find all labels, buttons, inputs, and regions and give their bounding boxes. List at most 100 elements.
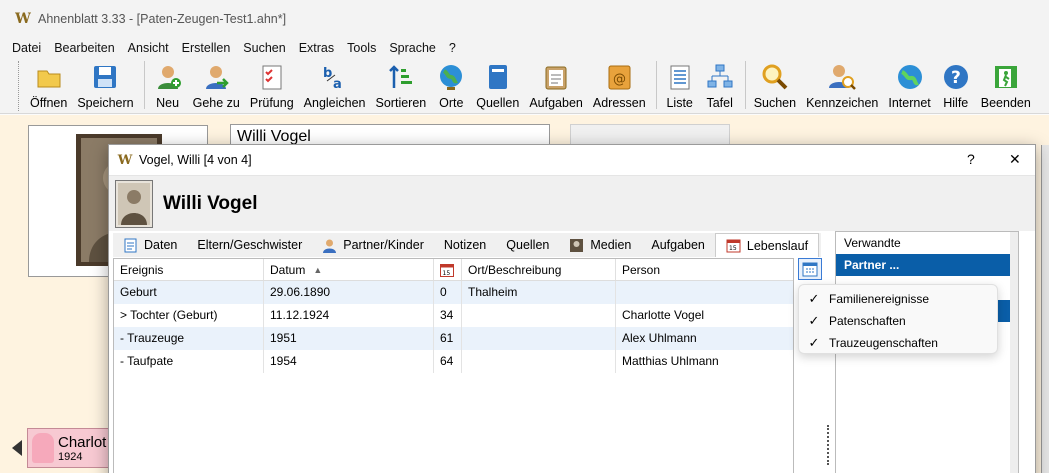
toolbar-sort-button[interactable]: Sortieren (376, 62, 426, 113)
events-grid: Ereignis Datum ▲ 15 Ort/Beschreibung Pers… (113, 258, 794, 473)
magnifier-icon (760, 62, 790, 92)
toolbar-open-button[interactable]: Öffnen (30, 62, 67, 113)
portrait-thumbnail-icon (118, 182, 150, 225)
toolbar-flags-button[interactable]: Kennzeichen (806, 62, 878, 113)
cell-place (462, 304, 616, 327)
toolbar-sources-button[interactable]: Quellen (476, 62, 519, 113)
app-logo-icon: W (117, 152, 133, 168)
cell-age: 0 (434, 281, 462, 304)
menu-ansicht[interactable]: Ansicht (128, 41, 169, 55)
toolbar-places-button[interactable]: Orte (436, 62, 466, 113)
toolbar-tasks-button[interactable]: Aufgaben (529, 62, 583, 113)
tab-quellen[interactable]: Quellen (496, 233, 559, 257)
table-row[interactable]: - Trauzeuge 1951 61 Alex Uhlmann (114, 327, 793, 350)
menu-item-patenschaften[interactable]: ✓ Patenschaften (799, 310, 997, 332)
tab-eltern-label: Eltern/Geschwister (197, 238, 303, 252)
menu-tools[interactable]: Tools (347, 41, 376, 55)
book-icon (483, 62, 513, 92)
scrollbar[interactable] (1010, 232, 1018, 473)
toolbar-align-label: Angleichen (303, 96, 366, 110)
svg-text:15: 15 (729, 245, 737, 252)
person-icon (323, 239, 337, 253)
toolbar: Öffnen Speichern Neu Gehe zu Prüfung ba … (0, 58, 1049, 114)
clipboard-icon (541, 62, 571, 92)
toolbar-save-button[interactable]: Speichern (77, 62, 134, 113)
menu-sprache[interactable]: Sprache (389, 41, 436, 55)
menu-help[interactable]: ? (449, 41, 456, 55)
table-row[interactable]: - Taufpate 1954 64 Matthias Uhlmann (114, 350, 793, 373)
list-item-verwandte[interactable]: Verwandte (836, 232, 1018, 254)
tab-medien[interactable]: Medien (559, 233, 641, 257)
dialog-help-button[interactable]: ? (967, 151, 975, 167)
col-age[interactable]: 15 (434, 259, 462, 280)
child-card[interactable]: Charlot 1924 (27, 428, 112, 468)
tab-partner[interactable]: Partner/Kinder (312, 233, 434, 257)
dialog-close-button[interactable]: ✕ (1009, 151, 1021, 168)
splitter-handle[interactable] (827, 425, 830, 465)
person-search-icon (827, 62, 857, 92)
menu-item-label: Trauzeugenschaften (829, 336, 938, 350)
toolbar-grip[interactable] (18, 60, 22, 111)
list-item-partner[interactable]: Partner ... (836, 254, 1018, 276)
tab-daten[interactable]: Daten (113, 233, 187, 257)
col-person[interactable]: Person (616, 259, 793, 280)
col-ereignis[interactable]: Ereignis (114, 259, 264, 280)
toolbar-align-button[interactable]: ba Angleichen (304, 62, 366, 113)
internet-globe-icon (895, 62, 925, 92)
photo-icon (570, 238, 584, 252)
toolbar-help-button[interactable]: ? Hilfe (941, 62, 971, 113)
menu-bar: Datei Bearbeiten Ansicht Erstellen Suche… (0, 38, 1049, 58)
person-thumbnail[interactable] (115, 179, 153, 228)
toolbar-addresses-button[interactable]: @ Adressen (593, 62, 646, 113)
menu-erstellen[interactable]: Erstellen (182, 41, 231, 55)
menu-suchen[interactable]: Suchen (243, 41, 285, 55)
table-row[interactable]: > Tochter (Geburt) 11.12.1924 34 Charlot… (114, 304, 793, 327)
calendar-grid-icon (802, 262, 818, 277)
cell-age: 64 (434, 350, 462, 373)
svg-text:b: b (323, 66, 332, 81)
toolbar-goto-button[interactable]: Gehe zu (193, 62, 240, 113)
tab-aufgaben-label: Aufgaben (651, 238, 705, 252)
menu-bearbeiten[interactable]: Bearbeiten (54, 41, 114, 55)
right-scroll-edge[interactable] (1041, 145, 1049, 473)
table-row[interactable]: Geburt 29.06.1890 0 Thalheim (114, 281, 793, 304)
col-ort[interactable]: Ort/Beschreibung (462, 259, 616, 280)
toolbar-internet-button[interactable]: Internet (888, 62, 931, 113)
tab-lebenslauf[interactable]: 15 Lebenslauf (714, 233, 820, 257)
svg-text:@: @ (613, 72, 626, 87)
event-filter-button[interactable] (798, 258, 822, 280)
dialog-title-bar: W Vogel, Willi [4 von 4] ? ✕ (109, 145, 1035, 175)
toolbar-list-button[interactable]: Liste (665, 62, 695, 113)
toolbar-places-label: Orte (439, 96, 464, 110)
app-title: Ahnenblatt 3.33 - [Paten-Zeugen-Test1.ah… (38, 12, 287, 26)
toolbar-check-button[interactable]: Prüfung (250, 62, 294, 113)
toolbar-flags-label: Kennzeichen (806, 96, 879, 110)
menu-datei[interactable]: Datei (12, 41, 41, 55)
toolbar-tree-button[interactable]: Tafel (705, 62, 735, 113)
tab-aufgaben[interactable]: Aufgaben (641, 233, 715, 257)
svg-text:a: a (333, 77, 342, 91)
calendar-icon: 15 (726, 239, 741, 253)
cell-place (462, 350, 616, 373)
tab-eltern[interactable]: Eltern/Geschwister (187, 233, 312, 257)
title-bar: W Ahnenblatt 3.33 - [Paten-Zeugen-Test1.… (0, 0, 1049, 38)
add-person-icon (153, 62, 183, 92)
menu-item-familienereignisse[interactable]: ✓ Familienereignisse (799, 288, 997, 310)
col-datum[interactable]: Datum ▲ (264, 259, 434, 280)
toolbar-search-label: Suchen (753, 96, 797, 110)
toolbar-internet-label: Internet (888, 96, 931, 110)
menu-item-trauzeugenschaften[interactable]: ✓ Trauzeugenschaften (799, 332, 997, 354)
tab-notizen[interactable]: Notizen (434, 233, 496, 257)
menu-extras[interactable]: Extras (299, 41, 334, 55)
scroll-left-arrow-icon[interactable] (12, 440, 22, 456)
toolbar-exit-button[interactable]: Beenden (981, 62, 1031, 113)
person-title: Willi Vogel (163, 192, 258, 214)
tab-lebenslauf-label: Lebenslauf (746, 238, 809, 253)
checklist-icon (257, 62, 287, 92)
female-avatar-icon (32, 433, 54, 463)
cell-person: Matthias Uhlmann (622, 354, 719, 368)
toolbar-search-button[interactable]: Suchen (754, 62, 796, 113)
globe-icon (436, 62, 466, 92)
toolbar-separator (143, 61, 145, 109)
toolbar-new-button[interactable]: Neu (153, 62, 183, 113)
